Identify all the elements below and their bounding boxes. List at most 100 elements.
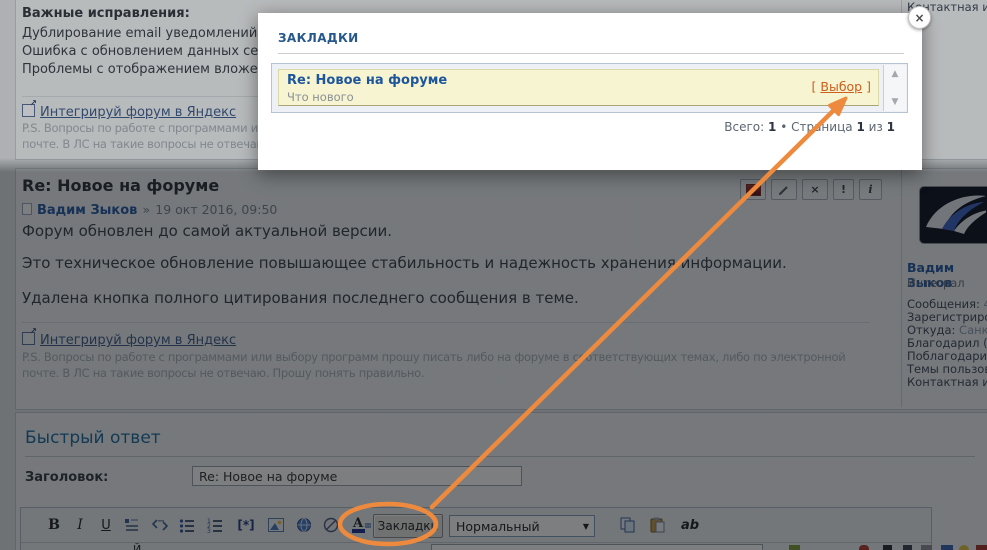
bookmark-item[interactable]: Re: Новое на форуме Что нового [ Выбор ] <box>278 69 879 106</box>
quote-icon <box>123 516 141 534</box>
select-arrow-icon: ▼ <box>583 522 589 531</box>
copy-icon <box>619 516 637 534</box>
modal-title-divider <box>278 53 904 54</box>
smiley-icon[interactable] <box>941 545 953 550</box>
editor-toolbar: B I U 1 2 3 [*] <box>20 507 932 550</box>
smiley-icon[interactable] <box>859 545 869 550</box>
image-icon <box>267 516 285 534</box>
subject-input[interactable] <box>192 466 522 486</box>
scroll-up-icon[interactable]: ▲ <box>884 69 906 79</box>
scroll-down-icon[interactable]: ▼ <box>884 97 906 107</box>
author-link[interactable]: Вадим Зыков <box>37 203 137 218</box>
post-doc-icon <box>22 203 32 215</box>
italic-button[interactable]: I <box>69 513 91 537</box>
profile-field: Поблагодарили <box>907 349 987 363</box>
code-button[interactable] <box>149 513 171 537</box>
plain-text-button[interactable]: ab <box>677 513 703 537</box>
insert-link-button[interactable] <box>293 513 315 537</box>
delete-icon: × <box>810 183 819 196</box>
smiley-icon[interactable] <box>921 545 932 550</box>
date-separator: » <box>143 202 151 217</box>
bullet-list-button[interactable] <box>176 513 198 537</box>
insert-image-button[interactable] <box>265 513 287 537</box>
table-icon <box>365 517 371 534</box>
list-item-button[interactable]: [*] <box>232 513 260 537</box>
quick-reply-heading: Быстрый ответ <box>25 428 161 448</box>
bullet-list-icon <box>178 516 196 534</box>
post-title: Re: Новое на форуме <box>22 176 219 195</box>
profile-field: Благодарил (а <box>907 336 987 350</box>
prev-post-line: Проблемы с отображением вложений, <box>22 62 287 77</box>
quick-reply-divider <box>25 456 975 457</box>
paste-icon <box>649 516 667 534</box>
smiley-icon[interactable] <box>789 545 800 550</box>
copy-button[interactable] <box>617 513 639 537</box>
profile-field: Откуда: Санкт <box>907 323 987 337</box>
report-post-button[interactable] <box>740 179 766 200</box>
post-action-buttons: × ! i <box>740 179 882 200</box>
globe-link-icon <box>295 516 313 534</box>
delete-post-button[interactable]: × <box>802 179 828 200</box>
edit-post-button[interactable] <box>771 179 797 200</box>
underline-button[interactable]: U <box>95 513 117 537</box>
warn-icon: ! <box>841 183 846 196</box>
profile-divider <box>901 169 902 407</box>
post-paragraph: Форум обновлен до самой актуальной верси… <box>22 222 392 240</box>
row2-text-fragment: Й <box>133 543 141 550</box>
smiley-icon[interactable] <box>903 545 912 550</box>
toolbar-row-divider <box>21 542 931 543</box>
bookmark-action: [ Выбор ] <box>812 79 872 94</box>
pencil-icon <box>778 184 790 196</box>
profile-field: Темы пользова <box>907 362 987 376</box>
post-byline: Вадим Зыков » 19 окт 2016, 09:50 <box>22 199 277 218</box>
format-select-value: Нормальный <box>456 519 540 534</box>
info-icon: i <box>868 183 872 196</box>
profile-rank: Интеграл <box>907 276 965 290</box>
bookmark-select-link[interactable]: Выбор <box>820 79 862 94</box>
user-avatar[interactable] <box>919 186 987 244</box>
bookmarks-list: Re: Новое на форуме Что нового [ Выбор ]… <box>271 63 908 113</box>
signature-divider <box>22 322 870 323</box>
bookmarks-scrollbar[interactable]: ▲ ▼ <box>883 65 906 111</box>
warn-post-button[interactable]: ! <box>833 179 854 200</box>
prev-post-heading: Важные исправления: <box>22 6 190 21</box>
numbered-list-icon: 1 2 3 <box>206 516 224 534</box>
bookmarks-button[interactable]: Закладки <box>373 514 443 538</box>
prev-post-line: Дублирование email уведомлений из-з <box>22 26 288 41</box>
bold-button[interactable]: B <box>43 513 65 537</box>
flash-icon <box>322 516 340 534</box>
modal-title: ЗАКЛАДКИ <box>278 31 359 45</box>
smiley-icon[interactable] <box>976 545 987 550</box>
subject-label: Заголовок: <box>25 470 108 485</box>
post-date: 19 окт 2016, 09:50 <box>155 202 277 217</box>
smiley-icon[interactable] <box>959 545 969 550</box>
profile-field: Зарегистрирован <box>907 310 987 324</box>
insert-table-button[interactable] <box>351 513 371 537</box>
external-link-icon: ↗ <box>22 104 35 117</box>
forum-page: Важные исправления: Дублирование email у… <box>0 0 987 550</box>
post-paragraph: Это техническое обновление повышающее ст… <box>22 254 787 272</box>
paste-button[interactable] <box>647 513 669 537</box>
close-icon: × <box>914 12 924 24</box>
code-icon <box>151 516 169 534</box>
external-link-icon: ↗ <box>22 332 35 345</box>
svg-text:3: 3 <box>207 528 211 534</box>
signature-yandex-link[interactable]: Интегрируй форум в Яндекс <box>40 333 236 348</box>
numbered-list-button[interactable]: 1 2 3 <box>204 513 226 537</box>
bookmarks-modal: ЗАКЛАДКИ Re: Новое на форуме Что нового … <box>258 13 922 170</box>
modal-close-button[interactable]: × <box>908 6 931 29</box>
signature-ps-line: P.S. Вопросы по работе с программами или… <box>22 350 894 365</box>
info-post-button[interactable]: i <box>859 179 882 200</box>
bookmark-title: Re: Новое на форуме <box>287 73 447 88</box>
row2-input[interactable] <box>431 544 763 550</box>
format-select[interactable]: Нормальный ▼ <box>449 515 595 537</box>
bookmarks-pager: Всего: 1 • Страница 1 из 1 <box>724 120 895 134</box>
flash-button[interactable] <box>320 513 342 537</box>
signature-yandex-link[interactable]: Интегрируй форум в Яндекс <box>40 105 236 120</box>
smiley-icon[interactable] <box>883 545 892 550</box>
signature-ps-line: почте. В ЛС на такие вопросы не отвечаю.… <box>22 366 894 381</box>
report-icon <box>746 184 761 196</box>
quote-button[interactable] <box>121 513 143 537</box>
profile-field: Контактная ин <box>907 375 987 389</box>
bookmark-topic: Что нового <box>287 90 354 104</box>
